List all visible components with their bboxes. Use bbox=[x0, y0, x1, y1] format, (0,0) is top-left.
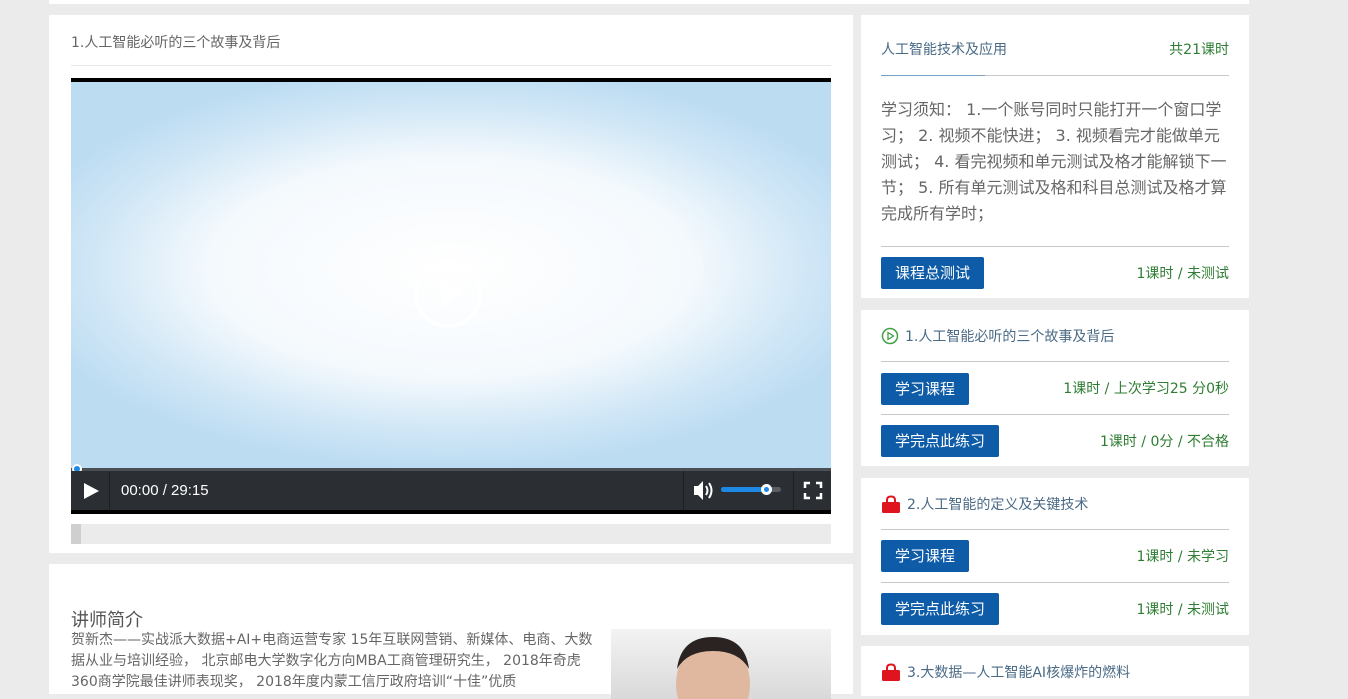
study-course-button[interactable]: 学习课程 bbox=[881, 373, 970, 405]
lesson-title-text: 2.人工智能的定义及关键技术 bbox=[907, 497, 1089, 513]
video-title: 1.人工智能必听的三个故事及背后 bbox=[71, 35, 281, 51]
scrollbar-thumb[interactable] bbox=[71, 524, 81, 544]
divider bbox=[881, 414, 1229, 415]
study-notice: 学习须知： 1.一个账号同时只能打开一个窗口学习； 2. 视频不能快进； 3. … bbox=[881, 100, 1227, 223]
player-controls: 00:00 / 29:15 bbox=[71, 471, 831, 510]
lesson-card: 3.大数据—人工智能AI核爆炸的燃料 bbox=[861, 646, 1249, 696]
lock-icon bbox=[881, 663, 901, 681]
volume-icon[interactable] bbox=[683, 471, 720, 510]
final-test-status: 1课时 / 未测试 bbox=[1136, 266, 1229, 282]
play-circle-icon bbox=[881, 327, 899, 345]
lesson-title[interactable]: 1.人工智能必听的三个故事及背后 bbox=[881, 326, 1114, 346]
practice-button[interactable]: 学完点此练习 bbox=[881, 593, 1000, 625]
lock-icon bbox=[881, 495, 901, 513]
study-status: 1课时 / 上次学习25 分0秒 bbox=[1063, 381, 1229, 397]
final-test-button[interactable]: 课程总测试 bbox=[881, 257, 985, 289]
study-course-button[interactable]: 学习课程 bbox=[881, 540, 970, 572]
horizontal-scrollbar[interactable] bbox=[71, 524, 831, 544]
course-panel: 人工智能技术及应用 共21课时 学习须知： 1.一个账号同时只能打开一个窗口学习… bbox=[861, 15, 1249, 298]
divider bbox=[881, 246, 1229, 247]
practice-status: 1课时 / 0分 / 不合格 bbox=[1099, 434, 1229, 450]
teacher-panel: 讲师简介 贺新杰——实战派大数据+AI+电商运营专家 15年互联网营销、新媒体、… bbox=[49, 564, 853, 699]
lesson-card: 1.人工智能必听的三个故事及背后 学习课程 1课时 / 上次学习25 分0秒 学… bbox=[861, 310, 1249, 466]
top-strip bbox=[49, 0, 1249, 4]
lesson-title[interactable]: 2.人工智能的定义及关键技术 bbox=[881, 494, 1088, 514]
divider bbox=[881, 529, 1229, 530]
lesson-title-text: 1.人工智能必听的三个故事及背后 bbox=[905, 329, 1115, 345]
big-play-icon[interactable] bbox=[414, 260, 482, 328]
study-status: 1课时 / 未学习 bbox=[1136, 549, 1229, 565]
divider-accent bbox=[881, 75, 985, 76]
video-screen[interactable] bbox=[71, 82, 831, 469]
divider bbox=[881, 361, 1229, 362]
teacher-heading: 讲师简介 bbox=[71, 610, 143, 631]
course-total: 共21课时 bbox=[1169, 42, 1229, 58]
teacher-photo bbox=[611, 629, 831, 699]
course-name: 人工智能技术及应用 bbox=[881, 42, 1007, 58]
lesson-title-text: 3.大数据—人工智能AI核爆炸的燃料 bbox=[907, 665, 1131, 681]
video-panel: 1.人工智能必听的三个故事及背后 00:00 / 29:15 bbox=[49, 15, 853, 553]
video-player[interactable]: 00:00 / 29:15 bbox=[71, 78, 831, 514]
divider bbox=[881, 582, 1229, 583]
volume-level bbox=[721, 487, 766, 492]
fullscreen-icon[interactable] bbox=[793, 471, 832, 510]
volume-handle[interactable] bbox=[761, 484, 772, 495]
lesson-title[interactable]: 3.大数据—人工智能AI核爆炸的燃料 bbox=[881, 662, 1130, 682]
practice-status: 1课时 / 未测试 bbox=[1136, 602, 1229, 618]
volume-slider[interactable] bbox=[721, 484, 781, 495]
time-display: 00:00 / 29:15 bbox=[121, 482, 209, 499]
divider bbox=[71, 65, 831, 66]
teacher-bio: 贺新杰——实战派大数据+AI+电商运营专家 15年互联网营销、新媒体、电商、大数… bbox=[71, 632, 593, 690]
play-button[interactable] bbox=[71, 471, 110, 510]
practice-button[interactable]: 学完点此练习 bbox=[881, 425, 1000, 457]
lesson-card: 2.人工智能的定义及关键技术 学习课程 1课时 / 未学习 学完点此练习 1课时… bbox=[861, 478, 1249, 635]
